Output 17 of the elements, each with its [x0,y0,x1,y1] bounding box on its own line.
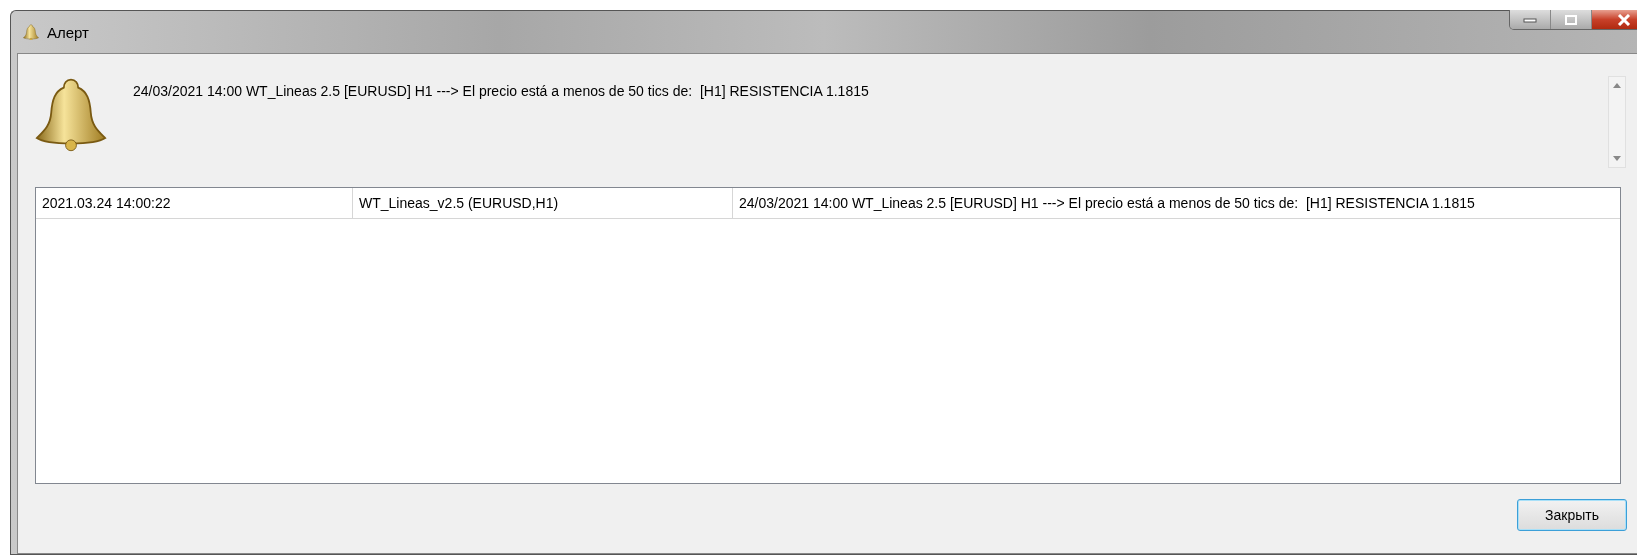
bell-icon [23,23,39,41]
close-button[interactable] [1591,10,1637,29]
scrollbar[interactable] [1608,76,1626,168]
table-cell: WT_Lineas_v2.5 (EURUSD,H1) [353,188,733,218]
maximize-button[interactable] [1550,10,1591,29]
table-cell: 2021.03.24 14:00:22 [36,188,353,218]
window-title: Алерт [47,23,89,41]
table-cell-text: 24/03/2021 14:00 WT_Lineas 2.5 [EURUSD] H1 ---> El precio está a menos de 50 tics de: [H1] RESISTENCIA 1.1815 [738,194,1476,213]
close-icon [1617,13,1631,26]
scroll-up-icon [1613,83,1621,88]
minimize-icon [1523,16,1537,23]
close-button[interactable]: Закрыть [1517,499,1627,531]
alert-message: 24/03/2021 14:00 WT_Lineas 2.5 [EURUSD] H1 ---> El precio está a menos de 50 tics de: [H1] RESISTENCIA 1.1815 [133,83,870,99]
minimize-button[interactable] [1510,10,1550,29]
scroll-down-icon [1613,156,1621,161]
maximize-icon [1565,14,1577,25]
bell-icon [35,76,107,152]
